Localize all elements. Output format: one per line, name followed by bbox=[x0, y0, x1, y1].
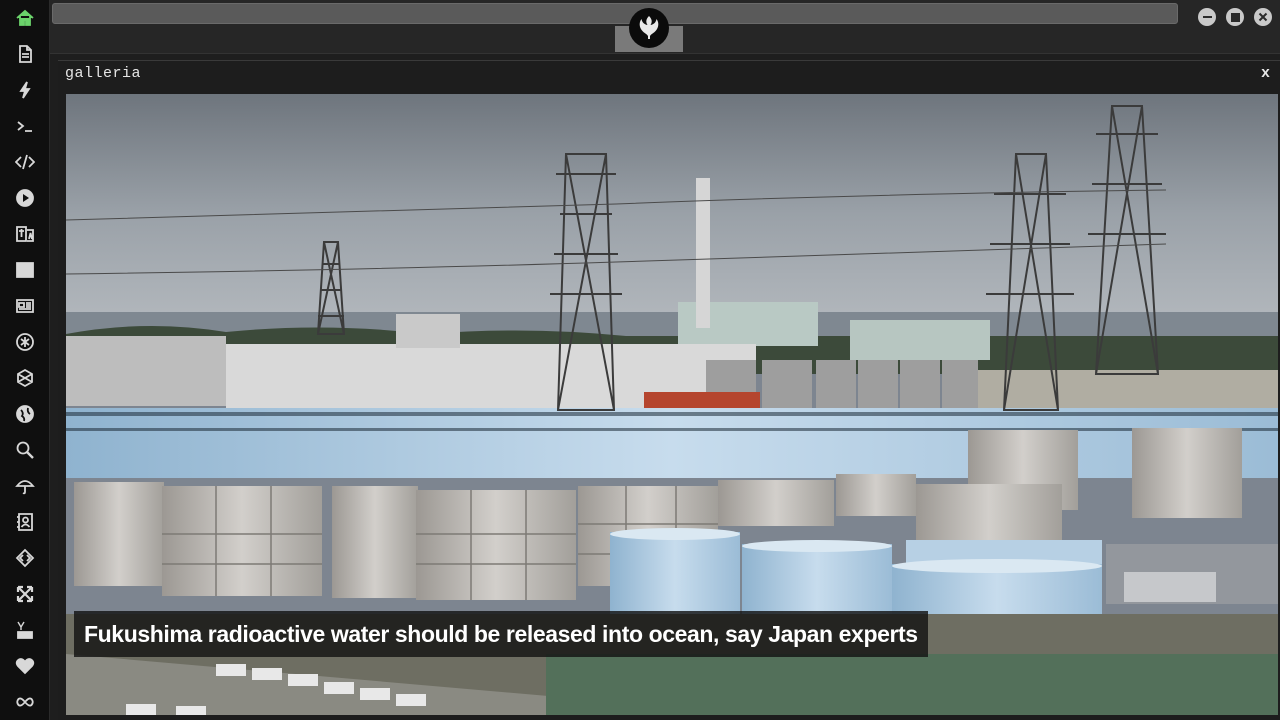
rebel-alliance-icon[interactable] bbox=[629, 8, 669, 48]
lightning-icon bbox=[19, 81, 31, 99]
sidebar-item-terminal[interactable] bbox=[13, 114, 37, 138]
code-icon bbox=[15, 154, 35, 170]
play-icon bbox=[16, 189, 34, 207]
image-icon bbox=[16, 262, 34, 278]
newspaper-icon bbox=[16, 299, 34, 313]
sidebar-item-asterisk[interactable] bbox=[13, 330, 37, 354]
sidebar-item-news[interactable] bbox=[13, 294, 37, 318]
sidebar-item-document[interactable] bbox=[13, 42, 37, 66]
panel-title: galleria bbox=[65, 65, 142, 82]
infinity-icon bbox=[16, 697, 34, 707]
globe-icon bbox=[16, 405, 34, 423]
sidebar-item-play[interactable] bbox=[13, 186, 37, 210]
minimize-icon bbox=[1202, 16, 1212, 18]
sidebar-item-youtube[interactable] bbox=[13, 618, 37, 642]
sidebar-item-heart[interactable] bbox=[13, 654, 37, 678]
search-icon bbox=[16, 441, 34, 459]
maximize-button[interactable] bbox=[1226, 8, 1244, 26]
minimize-button[interactable] bbox=[1198, 8, 1216, 26]
sidebar-item-globe[interactable] bbox=[13, 402, 37, 426]
diamond-code-icon bbox=[15, 548, 35, 568]
sidebar-item-dev[interactable] bbox=[13, 546, 37, 570]
sidebar-item-lightning[interactable] bbox=[13, 78, 37, 102]
terminal-icon bbox=[17, 121, 32, 132]
caption-text: Fukushima radioactive water should be re… bbox=[84, 620, 918, 647]
home-icon bbox=[16, 9, 34, 26]
contact-card-icon bbox=[17, 513, 33, 531]
galleria-panel: galleria x Fukushima radioactive water s… bbox=[58, 60, 1280, 720]
sidebar-item-gallery[interactable] bbox=[13, 258, 37, 282]
maximize-icon bbox=[1230, 12, 1240, 22]
sidebar-item-hexagon[interactable] bbox=[13, 366, 37, 390]
heart-icon bbox=[15, 658, 35, 675]
sidebar-item-code[interactable] bbox=[13, 150, 37, 174]
gallery-image[interactable]: Fukushima radioactive water should be re… bbox=[66, 94, 1278, 715]
youtube-icon bbox=[17, 621, 33, 639]
umbrella-icon bbox=[15, 480, 35, 495]
top-bar bbox=[50, 0, 1280, 54]
sidebar-item-home[interactable] bbox=[13, 6, 37, 30]
gallery-caption: Fukushima radioactive water should be re… bbox=[74, 611, 928, 657]
panel-close-button[interactable]: x bbox=[1261, 65, 1270, 82]
sidebar bbox=[0, 0, 50, 720]
sidebar-item-search[interactable] bbox=[13, 438, 37, 462]
close-icon bbox=[1258, 12, 1268, 22]
sidebar-item-contacts[interactable] bbox=[13, 510, 37, 534]
asterisk-icon bbox=[16, 333, 34, 351]
address-bar[interactable] bbox=[52, 3, 1178, 24]
sidebar-item-translate[interactable] bbox=[13, 222, 37, 246]
translate-icon bbox=[16, 226, 34, 242]
hexagon-icon bbox=[17, 368, 33, 388]
sidebar-item-infinity[interactable] bbox=[13, 690, 37, 714]
close-window-button[interactable] bbox=[1254, 8, 1272, 26]
sidebar-item-expand[interactable] bbox=[13, 582, 37, 606]
expand-icon bbox=[16, 585, 34, 603]
document-icon bbox=[19, 45, 32, 63]
sidebar-item-weather[interactable] bbox=[13, 474, 37, 498]
